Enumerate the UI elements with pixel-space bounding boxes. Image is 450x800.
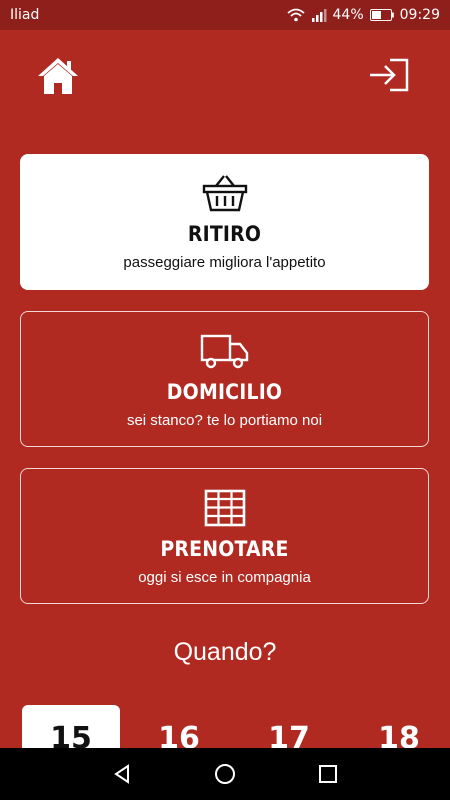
back-triangle-icon	[113, 764, 129, 784]
when-heading: Quando?	[173, 638, 277, 666]
status-bar: Iliad 44% 09:29	[0, 0, 450, 30]
battery-percent: 44%	[332, 7, 364, 23]
option-prenotare[interactable]: PRENOTARE oggi si esce in compagnia	[20, 468, 429, 604]
status-left: Iliad	[10, 7, 39, 23]
option-subtitle: oggi si esce in compagnia	[138, 569, 311, 586]
table-icon	[204, 489, 245, 527]
home-button[interactable]	[36, 56, 80, 96]
option-domicilio[interactable]: DOMICILIO sei stanco? te lo portiamo noi	[20, 311, 429, 447]
clock: 09:29	[399, 7, 440, 23]
app-header	[0, 30, 450, 120]
wifi-icon	[286, 8, 305, 22]
truck-icon	[200, 334, 248, 369]
home-circle-icon	[214, 764, 235, 784]
carrier-label: Iliad	[10, 7, 40, 23]
nav-recents-button[interactable]	[315, 761, 341, 787]
nav-back-button[interactable]	[109, 761, 135, 787]
signal-icon	[311, 9, 327, 22]
system-nav-bar	[0, 748, 450, 800]
battery-icon	[369, 9, 394, 21]
nav-home-button[interactable]	[212, 761, 238, 787]
option-title: DOMICILIO	[166, 380, 283, 404]
login-icon	[370, 58, 409, 92]
date-selector: 15 16 17 18	[20, 705, 430, 765]
status-right: 44% 09:29	[286, 7, 440, 23]
home-icon	[38, 58, 78, 94]
recents-square-icon	[319, 765, 338, 783]
option-ritiro[interactable]: RITIRO passeggiare migliora l'appetito	[20, 154, 429, 290]
option-title: RITIRO	[187, 222, 262, 246]
option-subtitle: passeggiare migliora l'appetito	[123, 254, 326, 271]
option-title: PRENOTARE	[160, 537, 289, 561]
login-button[interactable]	[368, 58, 410, 92]
option-subtitle: sei stanco? te lo portiamo noi	[126, 412, 323, 429]
basket-icon	[202, 175, 247, 212]
